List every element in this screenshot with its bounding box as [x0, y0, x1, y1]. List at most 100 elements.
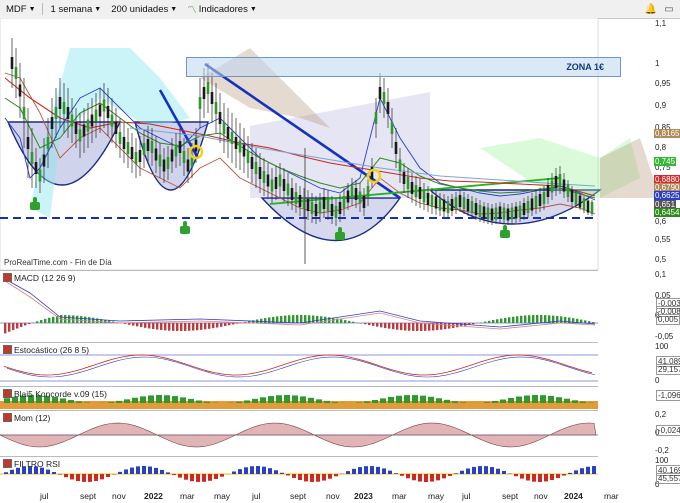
candle-body [518, 205, 522, 218]
koncorde-bar [396, 395, 402, 403]
macd-histogram-bar [384, 323, 387, 329]
rsi-bar [400, 474, 404, 476]
macd-histogram-bar [520, 315, 523, 323]
rsi-bar [10, 469, 14, 474]
candle-body [446, 201, 450, 213]
candle-body [522, 203, 526, 215]
koncorde-bar [284, 395, 290, 403]
symbol-label: MDF [6, 3, 27, 15]
indicator-panel-mom: Mom (12) [0, 410, 598, 457]
rsi-bar [394, 473, 398, 474]
macd-histogram-bar [584, 320, 587, 323]
time-axis: jul sept nov 2022 mar may jul sept nov 2023 mar may… [0, 490, 619, 503]
panel-label-swatch [3, 345, 12, 354]
price-tick-label: 0,95 [655, 79, 671, 88]
rsi-bar [196, 474, 200, 482]
koncorde-bar [108, 402, 114, 403]
koncorde-bar [116, 400, 122, 403]
rsi-bar [526, 474, 530, 481]
koncorde-bar [500, 399, 506, 403]
time-axis-label: sept [502, 491, 519, 501]
indicator-value-tag: 29,157 [656, 364, 680, 375]
macd-histogram-bar [472, 323, 475, 325]
candle-body [14, 67, 18, 79]
macd-histogram-bar [376, 323, 379, 327]
candle-body [258, 167, 262, 179]
macd-histogram-bar [536, 315, 539, 323]
candle-body [70, 114, 74, 127]
candle-body [238, 140, 242, 153]
time-axis-label: nov [326, 491, 340, 501]
macd-histogram-bar [372, 323, 375, 326]
panel-label-text: Blai5 Koncorde v.09 (15) [14, 388, 107, 399]
candle-body [570, 190, 574, 202]
candle-body [366, 186, 370, 198]
panel-label[interactable]: Estocástico (26 8 5) [3, 344, 89, 355]
indicator-panel-stoch: Estocástico (26 8 5) [0, 342, 598, 387]
candle-body [494, 207, 498, 220]
panel-label[interactable]: MACD (12 26 9) [3, 272, 75, 283]
macd-histogram-bar [144, 323, 147, 328]
panel-label[interactable]: FILTRO RSI [3, 458, 60, 469]
rsi-bar [532, 474, 536, 482]
time-axis-label: 2022 [144, 491, 163, 501]
rsi-bar [544, 474, 548, 482]
rsi-bar [520, 474, 524, 479]
macd-histogram-bar [496, 319, 499, 323]
candle-body [222, 122, 226, 134]
macd-histogram-bar [200, 323, 203, 330]
chevron-down-icon: ▼ [94, 5, 102, 13]
koncorde-bar [172, 396, 178, 403]
candle-body [534, 196, 538, 208]
macd-histogram-bar [84, 316, 87, 323]
units-selector[interactable]: 200 unidades ▼ [107, 1, 181, 17]
rsi-bar [376, 466, 380, 474]
bell-icon[interactable]: 🔔 [644, 2, 658, 16]
rsi-bar [292, 474, 296, 478]
macd-histogram-bar [160, 323, 163, 331]
macd-histogram-bar [340, 319, 343, 323]
indicator-tick-label: -0,05 [655, 332, 674, 341]
rsi-bar [328, 474, 332, 479]
macd-histogram-bar [388, 323, 391, 329]
candle-body [318, 201, 322, 214]
macd-histogram-bar [448, 323, 451, 329]
candle-body [574, 193, 578, 205]
macd-histogram-bar [560, 316, 563, 323]
rsi-bar [562, 474, 566, 476]
candle-body [130, 147, 134, 159]
candle-body [90, 114, 94, 127]
window-icon[interactable]: ▭ [662, 2, 676, 16]
macd-histogram-bar [20, 323, 23, 327]
macd-histogram-bar [176, 323, 179, 331]
indicators-button[interactable]: 〽 Indicadores ▼ [183, 1, 261, 17]
candle-body [426, 193, 430, 205]
timeframe-selector[interactable]: 1 semana ▼ [47, 1, 106, 17]
candle-body [66, 107, 70, 119]
rsi-bar [244, 467, 248, 474]
panel-label[interactable]: Blai5 Koncorde v.09 (15) [3, 388, 107, 399]
candle-body [330, 204, 334, 216]
candle-body [182, 151, 186, 163]
rsi-bar [358, 467, 362, 474]
macd-histogram-bar [500, 318, 503, 323]
panel-label[interactable]: Mom (12) [3, 412, 50, 423]
koncorde-bar [140, 396, 146, 403]
macd-histogram-bar [180, 323, 183, 331]
rsi-bar [334, 474, 338, 477]
symbol-selector[interactable]: MDF ▼ [2, 1, 40, 17]
rsi-bar [286, 474, 290, 476]
candle-body [454, 197, 458, 209]
indicator-panel-koncorde: Blai5 Koncorde v.09 (15) [0, 386, 598, 411]
price-axis: 1,110,950,90,850,80,750,70,650,60,550,50… [598, 18, 680, 270]
candle-body [590, 202, 594, 214]
thumb-finger [503, 225, 507, 231]
macd-histogram-bar [36, 321, 39, 323]
rsi-bar [430, 474, 434, 482]
rsi-bar [304, 474, 308, 482]
rsi-bar [436, 474, 440, 481]
candle-body [434, 196, 438, 209]
candle-body [322, 197, 326, 209]
koncorde-bar [196, 400, 202, 403]
candle-body [530, 198, 534, 211]
